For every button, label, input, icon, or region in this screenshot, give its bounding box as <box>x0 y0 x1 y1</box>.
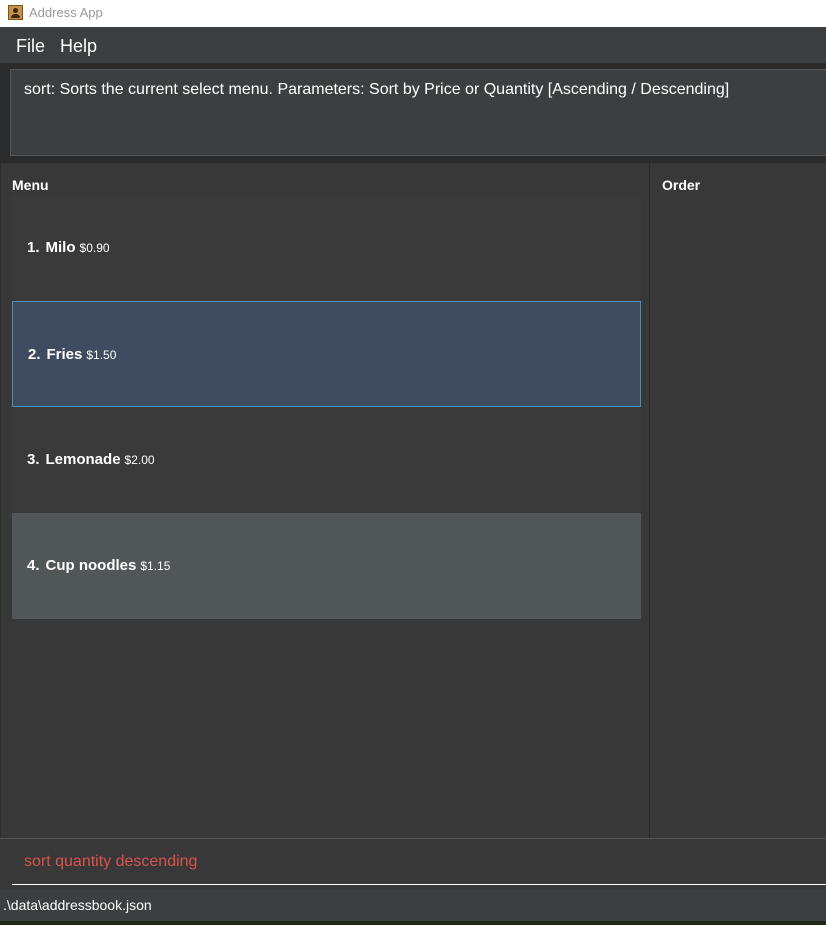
command-box <box>0 838 826 889</box>
menu-item-name: Lemonade <box>45 451 121 468</box>
menu-item-name: Cup noodles <box>45 557 137 574</box>
menu-list-item[interactable]: 2. Fries $1.50 <box>12 301 641 407</box>
menu-item-name: Milo <box>45 239 76 256</box>
menu-item-price: $1.15 <box>140 559 171 573</box>
order-panel-title: Order <box>662 177 701 193</box>
menu-item-content: 3. Lemonade $2.00 <box>27 451 155 469</box>
menu-item-price: $0.90 <box>79 241 110 255</box>
menu-item-price: $2.00 <box>124 453 155 467</box>
menu-list-item[interactable]: 4. Cup noodles $1.15 <box>12 513 641 619</box>
window-titlebar: Address App <box>0 0 826 27</box>
main-area: Menu 1. Milo $0.90 2. Fries $1.50 3. Lemonade $2… <box>0 163 826 838</box>
status-bar: .\data\addressbook.json <box>0 889 826 921</box>
save-location-status: .\data\addressbook.json <box>3 897 152 913</box>
menu-panel-title: Menu <box>12 177 49 193</box>
desktop-background <box>0 921 826 925</box>
menu-list-item[interactable]: 1. Milo $0.90 <box>12 195 641 301</box>
file-menu[interactable]: File <box>16 36 45 57</box>
menu-panel: Menu 1. Milo $0.90 2. Fries $1.50 3. Lemonade $2… <box>0 163 650 838</box>
menu-item-content: 1. Milo $0.90 <box>27 239 110 257</box>
order-panel: Order <box>651 163 826 838</box>
menu-item-index: 2. <box>28 346 41 363</box>
menu-item-content: 4. Cup noodles $1.15 <box>27 557 170 575</box>
menu-bar: File Help <box>0 27 826 63</box>
menu-item-content: 2. Fries $1.50 <box>28 346 116 364</box>
address-book-icon <box>8 5 23 20</box>
menu-item-index: 1. <box>27 239 40 256</box>
help-menu[interactable]: Help <box>60 36 97 57</box>
command-input[interactable] <box>12 839 826 885</box>
menu-item-index: 3. <box>27 451 40 468</box>
menu-list-item[interactable]: 3. Lemonade $2.00 <box>12 407 641 513</box>
menu-item-name: Fries <box>46 346 83 363</box>
menu-item-index: 4. <box>27 557 40 574</box>
menu-list[interactable]: 1. Milo $0.90 2. Fries $1.50 3. Lemonade $2.00 4.… <box>12 195 641 619</box>
result-display[interactable]: sort: Sorts the current select menu. Par… <box>10 69 826 156</box>
menu-item-price: $1.50 <box>86 348 117 362</box>
result-display-text: sort: Sorts the current select menu. Par… <box>24 81 730 98</box>
window-title: Address App <box>29 5 103 20</box>
